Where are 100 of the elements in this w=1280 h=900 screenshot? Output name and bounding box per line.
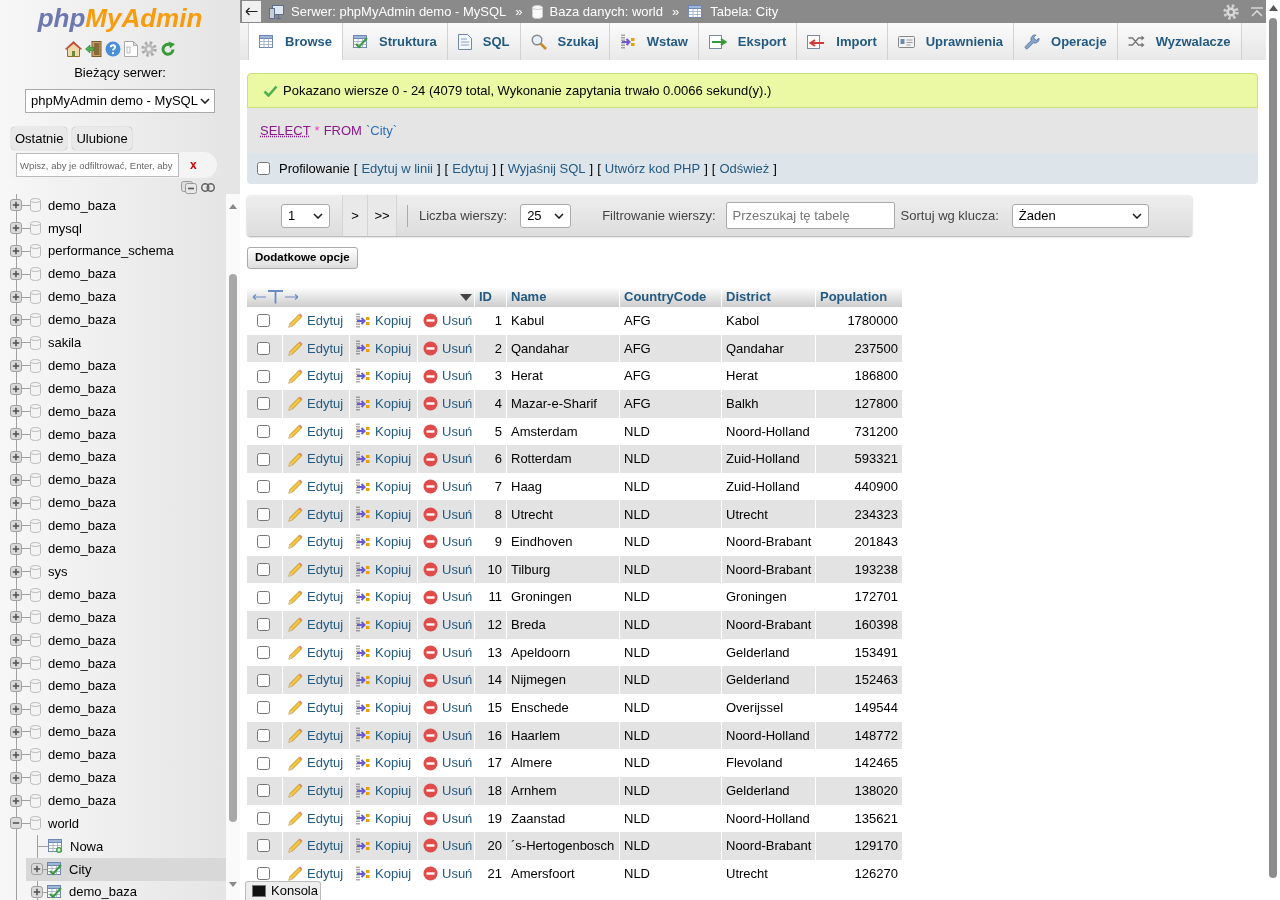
delete-link[interactable]: Usuń [423,753,473,773]
edit-link[interactable]: Edytuj [288,532,344,552]
copy-link[interactable]: Kopiuj [355,504,412,525]
action-link[interactable]: Edytuj w linii [361,158,433,179]
sort-select[interactable]: Żaden [1011,203,1149,228]
copy-link[interactable]: Kopiuj [355,532,412,552]
action-link[interactable]: Odśwież [719,158,770,179]
copy-link[interactable]: Kopiuj [355,753,412,773]
edit-link[interactable]: Edytuj [288,642,344,663]
copy-link[interactable]: Kopiuj [355,642,412,663]
expand-icon[interactable] [10,565,22,578]
delete-link[interactable]: Usuń [423,311,473,331]
delete-link[interactable]: Usuń [423,808,473,829]
tab[interactable]: Operacje [1014,23,1118,60]
expand-icon[interactable] [10,611,22,624]
tree-link[interactable]: demo_baza [48,195,116,216]
copy-link[interactable]: Kopiuj [355,338,412,359]
edit-link[interactable]: Edytuj [288,394,344,414]
expand-icon[interactable] [10,245,22,258]
console-button[interactable]: Konsola [245,881,321,900]
collapse-all-icon[interactable] [181,181,197,194]
expand-icon[interactable] [10,725,22,738]
tree-link[interactable]: mysql [48,218,82,239]
edit-link[interactable]: Edytuj [288,421,344,442]
row-checkbox[interactable] [257,756,270,770]
delete-link[interactable]: Usuń [423,670,473,690]
delete-link[interactable]: Usuń [423,532,473,552]
help-icon[interactable] [104,41,121,57]
home-icon[interactable] [64,41,82,57]
expand-icon[interactable] [10,428,22,441]
row-checkbox[interactable] [257,673,270,687]
edit-link[interactable]: Edytuj [288,780,344,801]
tree-link[interactable]: Nowa [70,836,104,857]
action-link[interactable]: Edytuj [452,158,489,179]
expand-icon[interactable] [10,680,22,693]
edit-link[interactable]: Edytuj [288,338,344,359]
copy-link[interactable]: Kopiuj [355,698,412,718]
tree-link[interactable]: demo_baza [48,699,116,719]
delete-link[interactable]: Usuń [423,421,473,442]
delete-link[interactable]: Usuń [423,780,473,801]
tree-link[interactable]: world [48,813,80,834]
edit-link[interactable]: Edytuj [288,311,344,331]
copy-link[interactable]: Kopiuj [355,863,412,884]
tree-link[interactable]: demo_baza [48,584,116,605]
row-checkbox[interactable] [257,784,270,798]
edit-link[interactable]: Edytuj [288,836,344,856]
tab[interactable]: Import [797,23,888,60]
row-checkbox[interactable] [257,867,270,881]
copy-link[interactable]: Kopiuj [355,670,412,690]
column-arrows-icon[interactable] [252,290,299,304]
row-checkbox[interactable] [257,424,270,438]
row-checkbox[interactable] [257,480,270,494]
tree-link[interactable]: demo_baza [48,378,116,399]
tree-link[interactable]: demo_baza [48,539,116,559]
expand-icon[interactable] [10,703,22,716]
delete-link[interactable]: Usuń [423,476,473,497]
filter-rows-input[interactable]: Przeszukaj tę tabelę [725,202,895,229]
delete-link[interactable]: Usuń [423,615,473,635]
expand-icon[interactable] [10,497,22,509]
action-link[interactable]: Utwórz kod PHP [604,158,701,179]
settings-icon[interactable] [1223,3,1239,20]
tree-link[interactable]: demo_baza [48,287,116,307]
expand-icon[interactable] [10,405,22,418]
sql-keyword-link[interactable]: SELECT [260,120,311,141]
delete-link[interactable]: Usuń [423,642,473,663]
row-checkbox[interactable] [257,535,270,549]
copy-link[interactable]: Kopiuj [355,366,412,386]
expand-icon[interactable] [10,794,22,807]
tree-link[interactable]: demo_baza [48,447,116,467]
tree-link[interactable]: demo_baza [48,790,116,811]
back-button[interactable] [242,1,261,22]
tree-link[interactable]: demo_baza [48,767,116,788]
expand-icon[interactable] [10,268,22,281]
tree-link[interactable]: sakila [48,333,82,353]
edit-link[interactable]: Edytuj [288,449,344,469]
copy-link[interactable]: Kopiuj [355,836,412,856]
tree-link[interactable]: demo_baza [48,722,116,742]
expand-icon[interactable] [10,336,22,349]
tab[interactable]: Uprawnienia [887,23,1014,60]
caret-icon[interactable] [460,293,472,301]
expand-icon[interactable] [10,313,22,326]
tree-link[interactable]: demo_baza [48,630,116,651]
tree-link[interactable]: demo_baza [48,401,116,422]
expand-icon[interactable] [10,748,22,761]
edit-link[interactable]: Edytuj [288,504,344,525]
delete-link[interactable]: Usuń [423,725,473,746]
tree-link[interactable]: demo_baza [48,470,116,490]
delete-link[interactable]: Usuń [423,587,473,607]
tab[interactable]: Wstaw [609,23,699,60]
expand-icon[interactable] [31,863,43,876]
rows-select[interactable]: 25 [520,203,572,228]
edit-link[interactable]: Edytuj [288,559,344,580]
expand-icon[interactable] [10,451,22,464]
tree-link[interactable]: demo_baza [48,516,116,536]
tree-link[interactable]: demo_baza [48,653,116,673]
collapse-icon[interactable] [10,817,22,830]
filter-input[interactable]: Wpisz, aby je odfiltrować, Enter, aby [16,153,179,177]
delete-link[interactable]: Usuń [423,394,473,414]
sidebar-tab-button[interactable]: Ostatnie [11,127,68,150]
expand-icon[interactable] [10,474,22,487]
